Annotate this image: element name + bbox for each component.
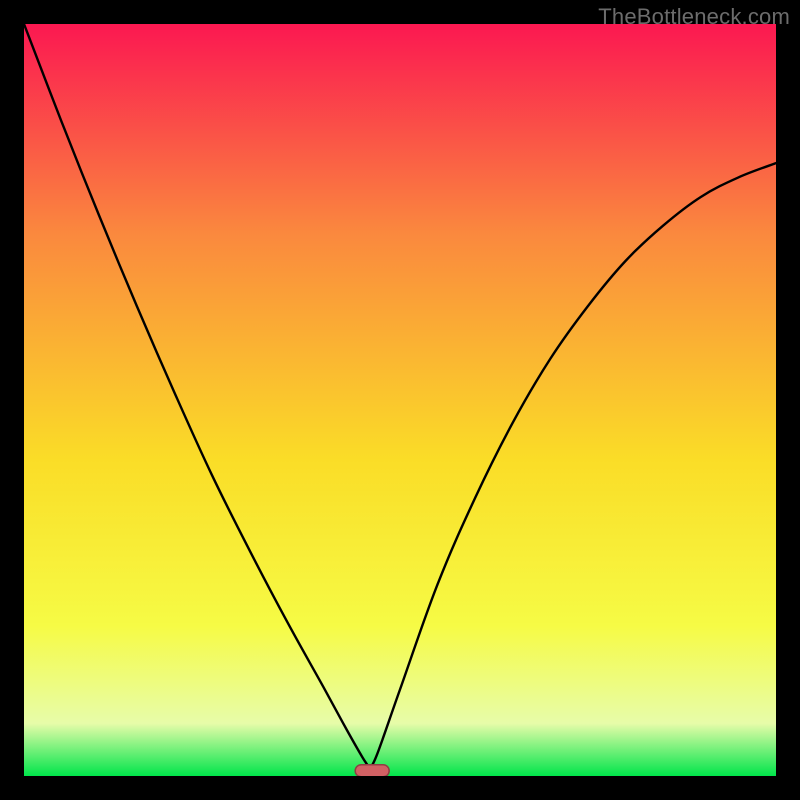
- watermark-text: TheBottleneck.com: [598, 4, 790, 30]
- chart-container: { "watermark": "TheBottleneck.com", "col…: [0, 0, 800, 800]
- optimal-marker: [355, 765, 389, 776]
- gradient-background: [24, 24, 776, 776]
- plot-area: [24, 24, 776, 776]
